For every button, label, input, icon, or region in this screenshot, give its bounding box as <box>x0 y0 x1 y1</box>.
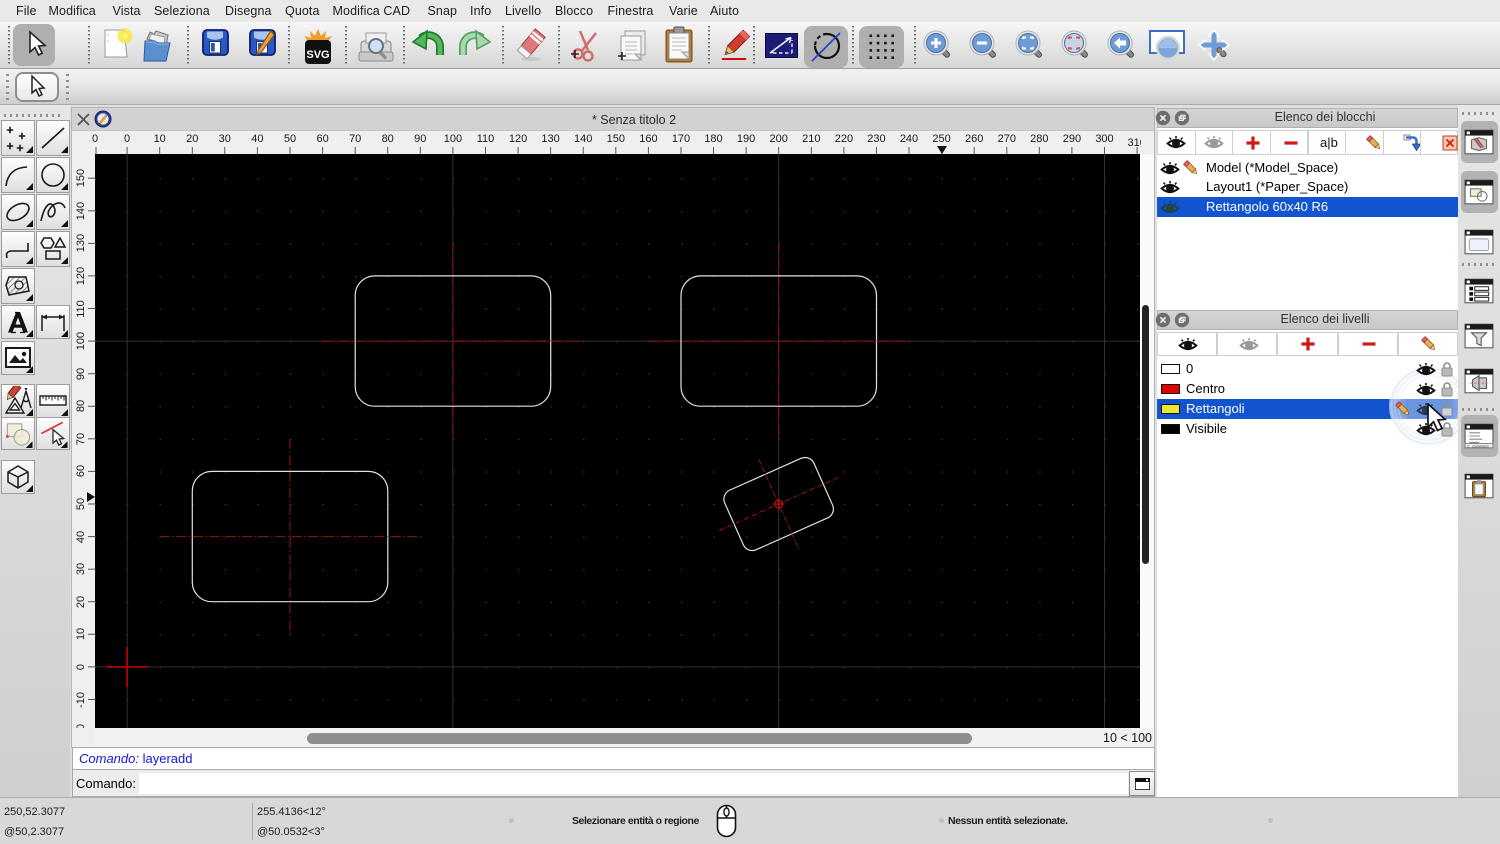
svg-text:SVG: SVG <box>306 49 329 61</box>
svg-text:C command: C command <box>1467 444 1488 448</box>
